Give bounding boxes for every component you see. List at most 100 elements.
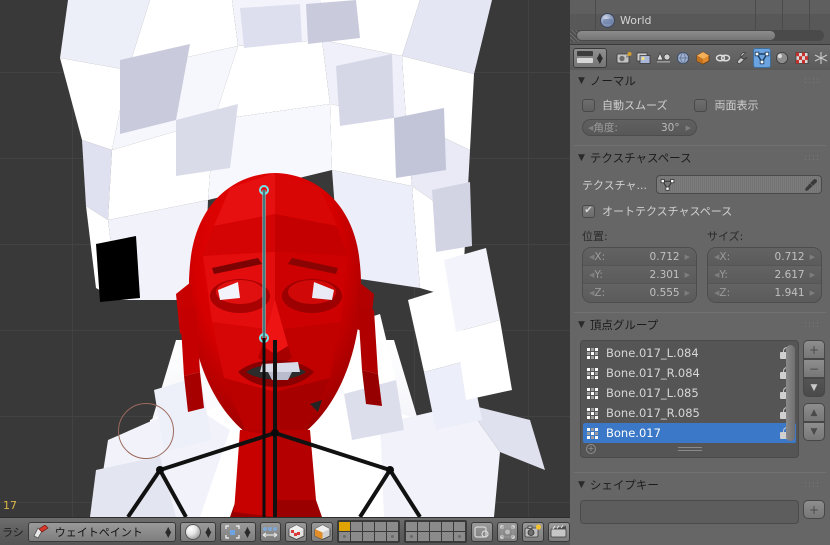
add-filter-icon[interactable]: + (586, 444, 596, 454)
vertex-group-list-item[interactable]: Bone.017_R.084 (583, 363, 796, 383)
render-image-button[interactable] (522, 521, 545, 542)
layer-cell[interactable] (350, 532, 362, 541)
properties-editor-header[interactable]: ▲ ▼ (570, 44, 830, 70)
tab-render[interactable] (615, 48, 633, 68)
layer-cell[interactable] (350, 522, 362, 531)
layer-cell[interactable] (362, 522, 374, 531)
list-resize-grip[interactable] (677, 447, 702, 452)
tab-render-layers[interactable] (635, 48, 653, 68)
viewport-shading-dropdown[interactable]: ▲ ▼ (180, 521, 217, 542)
size-x-field[interactable]: ◀ X: 0.712 ▶ (708, 248, 821, 266)
proportional-edit-button[interactable] (470, 521, 493, 542)
viewport-header-bar[interactable]: ラシ ウェイトペイント ▲ ▼ ▲ ▼ ▲ ▼ (0, 517, 570, 545)
increment-arrow-icon[interactable]: ▶ (685, 289, 690, 297)
interaction-mode-dropdown[interactable]: ウェイトペイント ▲ ▼ (27, 521, 177, 542)
panel-grip-dots[interactable]: :::: (804, 320, 820, 330)
tab-texture[interactable] (793, 48, 811, 68)
layer-cell[interactable] (362, 532, 374, 541)
outliner-horizontal-scrollbar[interactable] (576, 30, 824, 41)
auto-smooth-checkbox[interactable] (582, 98, 595, 112)
tab-scene[interactable] (655, 48, 673, 68)
layer-cell[interactable] (386, 532, 398, 541)
tab-object-data[interactable] (753, 47, 771, 68)
size-value-group[interactable]: ◀ X: 0.712 ▶ ◀ Y: 2.617 ▶ ◀ Z: 1.941 ▶ (707, 247, 822, 303)
snap-button[interactable] (496, 521, 519, 542)
increment-arrow-icon[interactable]: ▶ (810, 253, 815, 261)
occlude-geometry-toggle[interactable] (311, 521, 333, 542)
increment-arrow-icon[interactable]: ▶ (685, 271, 690, 279)
vertex-group-specials-menu[interactable]: ▼ (803, 378, 825, 397)
auto-texture-space-checkbox[interactable]: ✔ (582, 204, 595, 218)
layer-cell[interactable] (338, 532, 350, 541)
tab-modifiers[interactable] (734, 48, 752, 68)
layer-cell[interactable] (405, 532, 417, 541)
transform-manipulator-toggle[interactable] (259, 521, 282, 542)
editor-type-selector[interactable]: ▲ ▼ (573, 47, 607, 68)
chevron-down-icon: ▼ (578, 153, 585, 163)
add-vertex-group-button[interactable]: + (803, 340, 825, 359)
layer-cell[interactable] (374, 522, 386, 531)
move-vertex-group-up-button[interactable]: ▲ (803, 403, 825, 422)
increment-arrow-icon[interactable]: ▶ (685, 253, 690, 261)
move-vertex-group-down-button[interactable]: ▼ (803, 422, 825, 441)
panel-header-texture-space[interactable]: ▼ テクスチャスペース :::: (570, 149, 830, 167)
panel-grip-dots[interactable]: :::: (804, 153, 820, 163)
layer-cell[interactable] (441, 532, 453, 541)
texture-mesh-field[interactable] (656, 175, 822, 194)
render-animation-button[interactable] (548, 521, 570, 542)
tab-world[interactable] (674, 48, 692, 68)
layer-cell[interactable] (441, 522, 453, 531)
pivot-point-dropdown[interactable]: ▲ ▼ (220, 521, 256, 542)
location-value-group[interactable]: ◀ X: 0.712 ▶ ◀ Y: 2.301 ▶ ◀ Z: 0.555 ▶ (582, 247, 697, 303)
outliner-row-world[interactable]: World (570, 9, 830, 31)
properties-editor-body[interactable]: ▼ ノーマル :::: 自動スムーズ 両面表示 ◀ 角度: 30° ▶ ▼ テク… (570, 70, 830, 545)
3d-viewport[interactable]: 17 (0, 0, 570, 517)
layer-cell[interactable] (386, 522, 398, 531)
layer-cell[interactable] (338, 522, 350, 531)
texture-mesh-label: テクスチャ... (582, 178, 648, 192)
texture-paint-display-toggle[interactable] (285, 521, 308, 542)
location-z-field[interactable]: ◀ Z: 0.555 ▶ (583, 284, 696, 302)
layer-cell[interactable] (374, 532, 386, 541)
location-x-field[interactable]: ◀ X: 0.712 ▶ (583, 248, 696, 266)
panel-header-vertex-groups[interactable]: ▼ 頂点グループ :::: (570, 316, 830, 334)
layer-cell[interactable] (417, 522, 429, 531)
vertex-group-list-item[interactable]: Bone.017_L.085 (583, 383, 796, 403)
panel-header-normals[interactable]: ▼ ノーマル :::: (570, 72, 830, 90)
eyedropper-icon[interactable] (804, 178, 818, 192)
shape-key-list[interactable] (580, 500, 799, 524)
tab-particles[interactable] (812, 48, 830, 68)
remove-vertex-group-button[interactable]: − (803, 359, 825, 378)
scene-layers-group-1[interactable] (336, 520, 400, 543)
scrollbar-thumb[interactable] (786, 345, 795, 441)
scrollbar-thumb[interactable] (577, 31, 775, 40)
tab-material[interactable] (773, 48, 791, 68)
vertex-group-list[interactable]: Bone.017_L.084 Bone.017_R.084 Bone.017_L… (580, 340, 799, 458)
layer-cell[interactable] (453, 522, 465, 531)
panel-grip-dots[interactable]: :::: (804, 76, 820, 86)
layer-cell[interactable] (417, 532, 429, 541)
scene-layers-group-2[interactable] (403, 520, 467, 543)
vertex-group-list-item[interactable]: Bone.017_L.084 (583, 343, 796, 363)
outliner-editor[interactable]: World (570, 0, 830, 44)
layer-cell[interactable] (429, 532, 441, 541)
increment-arrow-icon[interactable]: ▶ (810, 271, 815, 279)
vertex-group-list-item[interactable]: Bone.017_R.085 (583, 403, 796, 423)
vertex-group-list-item-selected[interactable]: Bone.017 (583, 423, 796, 443)
panel-header-shape-keys[interactable]: ▼ シェイプキー :::: (570, 476, 830, 494)
layer-cell[interactable] (405, 522, 417, 531)
increment-arrow-icon[interactable]: ▶ (810, 289, 815, 297)
increment-arrow-icon[interactable]: ▶ (686, 124, 691, 132)
auto-smooth-angle-field[interactable]: ◀ 角度: 30° ▶ (582, 119, 697, 136)
size-y-field[interactable]: ◀ Y: 2.617 ▶ (708, 266, 821, 284)
location-y-field[interactable]: ◀ Y: 2.301 ▶ (583, 266, 696, 284)
tab-constraints[interactable] (714, 48, 732, 68)
panel-grip-dots[interactable]: :::: (804, 480, 820, 490)
tab-object[interactable] (694, 48, 712, 68)
layer-cell[interactable] (429, 522, 441, 531)
layer-cell[interactable] (453, 532, 465, 541)
vertex-group-scrollbar[interactable] (786, 345, 795, 441)
add-shape-key-button[interactable]: + (803, 500, 825, 519)
size-z-field[interactable]: ◀ Z: 1.941 ▶ (708, 284, 821, 302)
double-sided-checkbox[interactable] (694, 98, 708, 112)
